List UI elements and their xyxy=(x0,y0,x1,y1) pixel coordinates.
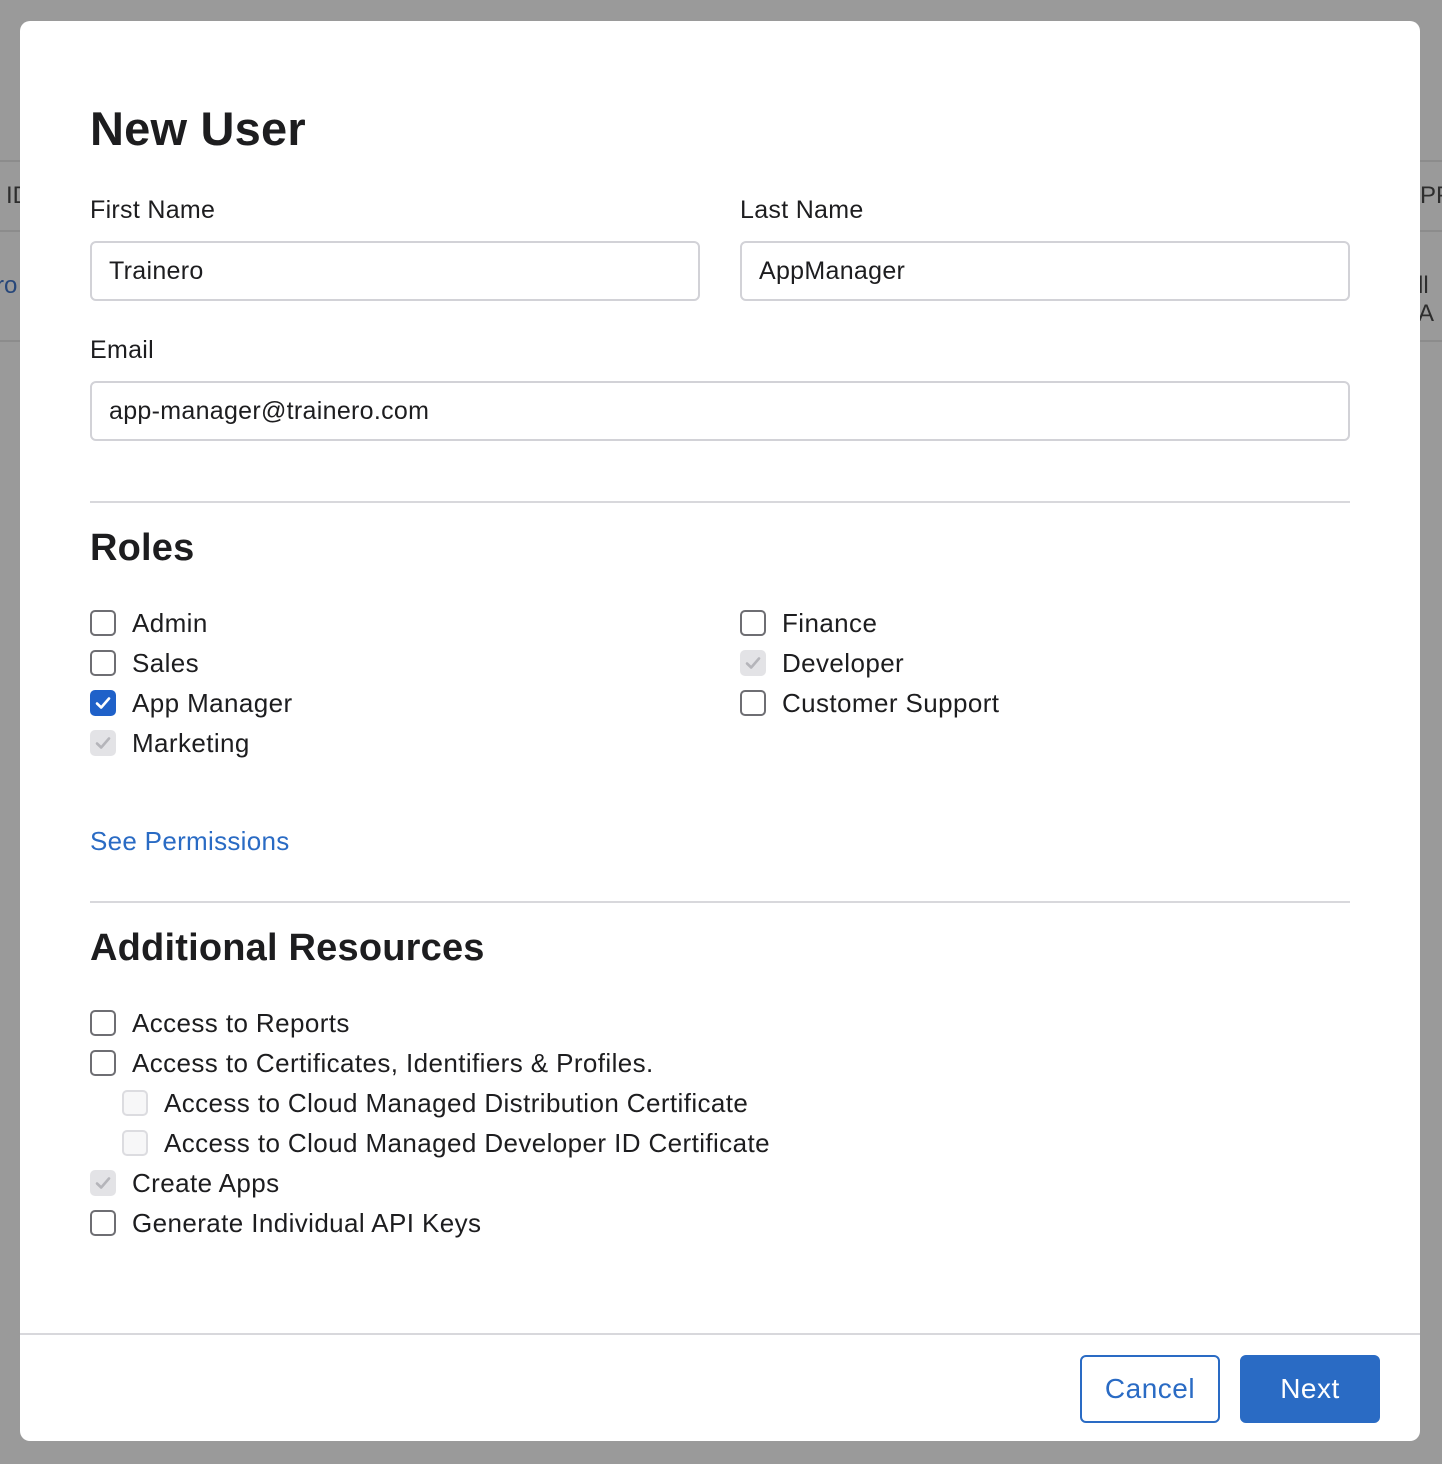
checkmark-icon xyxy=(745,657,761,669)
checkbox[interactable] xyxy=(740,610,766,636)
checkmark-icon xyxy=(95,1177,111,1189)
role-customer-support[interactable]: Customer Support xyxy=(740,683,999,723)
resource-generate-api-keys[interactable]: Generate Individual API Keys xyxy=(90,1203,481,1243)
role-marketing: Marketing xyxy=(90,723,250,763)
table-row-divider xyxy=(0,160,20,162)
last-name-input[interactable] xyxy=(740,241,1350,301)
background-column-header: PP xyxy=(1420,182,1442,209)
role-label: Developer xyxy=(782,647,905,678)
section-divider xyxy=(90,501,1350,503)
checkbox-checked xyxy=(90,730,116,756)
additional-resources-title: Additional Resources xyxy=(90,927,485,969)
role-label: Sales xyxy=(132,647,200,678)
checkbox[interactable] xyxy=(90,1010,116,1036)
resource-label: Access to Cloud Managed Developer ID Cer… xyxy=(164,1127,770,1158)
roles-title: Roles xyxy=(90,527,195,569)
checkbox[interactable] xyxy=(90,1050,116,1076)
checkbox xyxy=(122,1130,148,1156)
checkbox-checked xyxy=(740,650,766,676)
role-developer: Developer xyxy=(740,643,904,683)
section-divider xyxy=(90,901,1350,903)
role-label: Customer Support xyxy=(782,687,1000,718)
resource-access-certificates[interactable]: Access to Certificates, Identifiers & Pr… xyxy=(90,1043,654,1083)
table-row-divider xyxy=(1420,160,1442,162)
table-row-divider xyxy=(1420,340,1442,342)
resource-label: Access to Certificates, Identifiers & Pr… xyxy=(132,1047,654,1078)
table-row-divider xyxy=(1420,230,1442,232)
resource-label: Generate Individual API Keys xyxy=(132,1207,482,1238)
dialog-title: New User xyxy=(90,102,306,155)
checkbox[interactable] xyxy=(90,650,116,676)
next-button[interactable]: Next xyxy=(1240,1355,1380,1423)
resource-access-reports[interactable]: Access to Reports xyxy=(90,1003,350,1043)
checkmark-icon xyxy=(95,697,111,709)
checkbox[interactable] xyxy=(90,610,116,636)
email-label: Email xyxy=(90,336,155,364)
role-app-manager[interactable]: App Manager xyxy=(90,683,293,723)
resource-label: Access to Cloud Managed Distribution Cer… xyxy=(164,1087,749,1118)
table-row-divider xyxy=(0,340,20,342)
table-row-divider xyxy=(0,230,20,232)
role-label: Finance xyxy=(782,607,878,638)
checkbox[interactable] xyxy=(90,1210,116,1236)
checkbox xyxy=(122,1090,148,1116)
first-name-input[interactable] xyxy=(90,241,700,301)
background-table-link: ro xyxy=(0,272,18,299)
background-table-cell: ll A xyxy=(1418,272,1435,327)
role-finance[interactable]: Finance xyxy=(740,603,877,643)
resource-cloud-distribution-cert: Access to Cloud Managed Distribution Cer… xyxy=(122,1083,748,1123)
resource-create-apps: Create Apps xyxy=(90,1163,280,1203)
last-name-label: Last Name xyxy=(740,196,864,224)
role-label: Admin xyxy=(132,607,208,638)
role-admin[interactable]: Admin xyxy=(90,603,208,643)
resource-label: Access to Reports xyxy=(132,1007,350,1038)
resource-label: Create Apps xyxy=(132,1167,280,1198)
checkbox-checked[interactable] xyxy=(90,690,116,716)
role-label: Marketing xyxy=(132,727,250,758)
email-input[interactable] xyxy=(90,381,1350,441)
new-user-dialog: New User First Name Last Name Email Role… xyxy=(20,21,1420,1441)
role-sales[interactable]: Sales xyxy=(90,643,199,683)
role-label: App Manager xyxy=(132,687,293,718)
first-name-label: First Name xyxy=(90,196,216,224)
checkbox-checked xyxy=(90,1170,116,1196)
resource-cloud-developer-id-cert: Access to Cloud Managed Developer ID Cer… xyxy=(122,1123,770,1163)
checkmark-icon xyxy=(95,737,111,749)
footer-divider xyxy=(20,1333,1420,1335)
see-permissions-link[interactable]: See Permissions xyxy=(90,826,290,857)
checkbox[interactable] xyxy=(740,690,766,716)
cancel-button[interactable]: Cancel xyxy=(1080,1355,1220,1423)
